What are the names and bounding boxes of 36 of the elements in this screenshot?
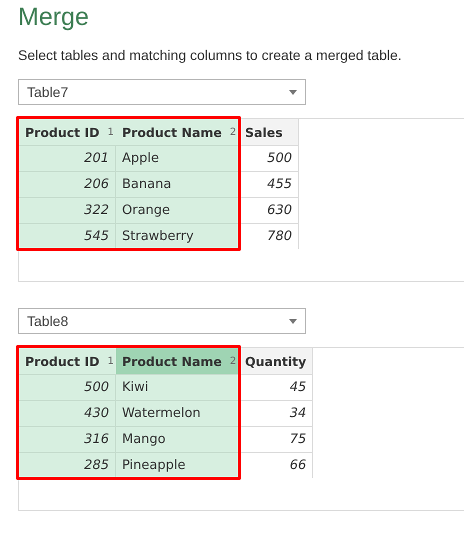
table-cell: 206: [19, 171, 116, 197]
table-cell: Banana: [116, 171, 239, 197]
caret-icon: [289, 318, 297, 324]
table-cell: Orange: [116, 197, 239, 223]
table-cell: 500: [239, 145, 299, 171]
column-header[interactable]: Product Name 2: [116, 119, 239, 145]
table-dropdown[interactable]: Table8: [18, 308, 306, 334]
table-dropdown[interactable]: Table7: [18, 79, 306, 105]
instructions-text: Select tables and matching columns to create a merged table.: [18, 46, 403, 64]
table-cell: Apple: [116, 145, 239, 171]
column-header[interactable]: Quantity: [239, 348, 314, 374]
table-cell: 780: [239, 223, 299, 249]
table-cell: 34: [239, 400, 314, 426]
column-header[interactable]: Sales: [239, 119, 299, 145]
dialog-title: Merge: [18, 2, 90, 32]
table-cell: 66: [239, 452, 314, 478]
table-cell: 45: [239, 374, 314, 400]
table-cell: Kiwi: [116, 374, 239, 400]
table-cell: Strawberry: [116, 223, 239, 249]
caret-icon: [289, 90, 297, 94]
table-cell: 316: [19, 426, 116, 452]
column-header[interactable]: Product Name 2: [116, 348, 239, 374]
table-cell: 75: [239, 426, 314, 452]
column-header[interactable]: Product ID 1: [19, 348, 116, 374]
table-cell: 322: [19, 197, 116, 223]
table-cell: 500: [19, 374, 116, 400]
table-cell: 430: [19, 400, 116, 426]
table-cell: 285: [19, 452, 116, 478]
table-cell: 201: [19, 145, 116, 171]
table-cell: 545: [19, 223, 116, 249]
table-cell: Watermelon: [116, 400, 239, 426]
table-cell: 630: [239, 197, 299, 223]
table-cell: Mango: [116, 426, 239, 452]
table-cell: 455: [239, 171, 299, 197]
column-header[interactable]: Product ID 1: [19, 119, 116, 145]
table-cell: Pineapple: [116, 452, 239, 478]
